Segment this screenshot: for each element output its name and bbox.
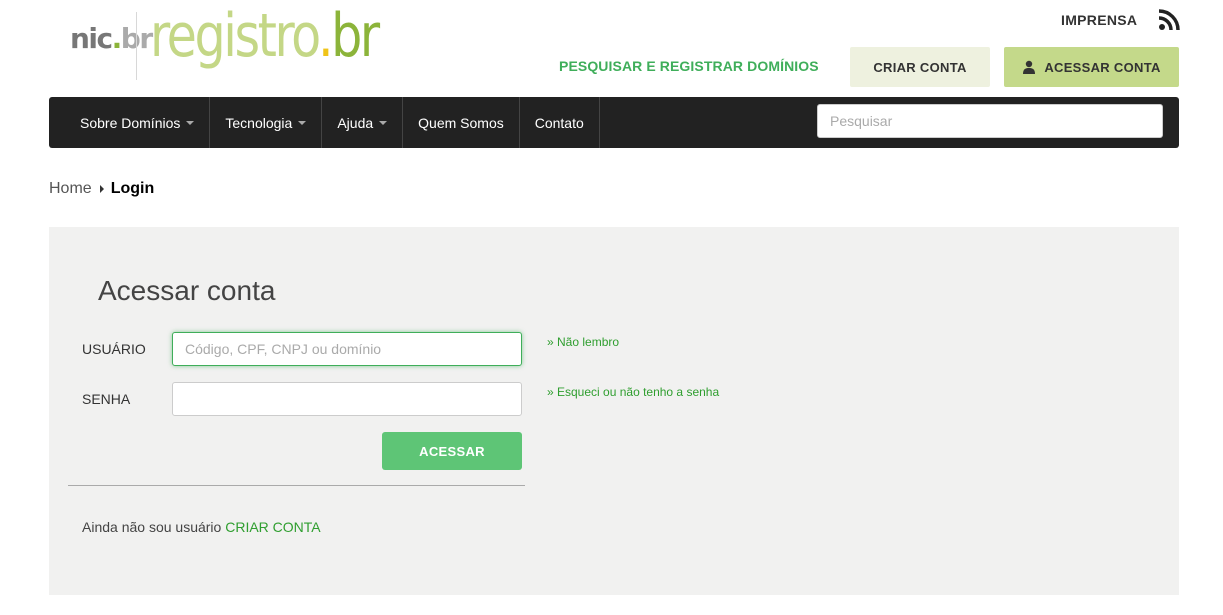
signup-link[interactable]: CRIAR CONTA bbox=[225, 519, 320, 535]
signup-prompt: Ainda não sou usuário CRIAR CONTA bbox=[82, 519, 321, 535]
create-account-button[interactable]: CRIAR CONTA bbox=[850, 47, 990, 87]
forgot-password-link[interactable]: » Esqueci ou não tenho a senha bbox=[547, 385, 719, 399]
registro-br-logo[interactable]: registro.br bbox=[150, 6, 380, 66]
rss-icon[interactable] bbox=[1158, 9, 1180, 31]
caret-down-icon bbox=[298, 120, 307, 125]
nic-br-logo[interactable]: nic.br bbox=[70, 22, 153, 55]
caret-down-icon bbox=[379, 120, 388, 125]
create-account-label: CRIAR CONTA bbox=[873, 59, 967, 75]
nic-logo-text: nic bbox=[70, 22, 113, 55]
breadcrumb-arrow-icon bbox=[99, 185, 104, 193]
nav-search-input[interactable] bbox=[817, 104, 1163, 138]
submit-button-label: ACESSAR bbox=[419, 443, 485, 459]
divider bbox=[68, 485, 525, 486]
caret-down-icon bbox=[186, 120, 195, 125]
main-navbar: Sobre Domínios Tecnologia Ajuda Quem Som… bbox=[49, 97, 1179, 148]
breadcrumb: Home Login bbox=[49, 180, 154, 198]
page-title: Acessar conta bbox=[98, 275, 276, 306]
logo-divider bbox=[136, 12, 137, 80]
registro-logo-text: registro bbox=[150, 1, 320, 71]
nav-item-label: Ajuda bbox=[337, 114, 374, 131]
nic-logo-dot: . bbox=[111, 22, 123, 55]
password-label: SENHA bbox=[82, 391, 131, 407]
breadcrumb-home[interactable]: Home bbox=[49, 180, 92, 198]
signup-text: Ainda não sou usuário bbox=[82, 519, 222, 535]
login-panel: Acessar conta USUÁRIO » Não lembro SENHA… bbox=[49, 227, 1179, 595]
access-account-label: ACESSAR CONTA bbox=[1044, 59, 1161, 75]
nav-item-label: Quem Somos bbox=[418, 114, 504, 131]
user-icon bbox=[1023, 60, 1036, 74]
breadcrumb-current: Login bbox=[110, 180, 155, 197]
nav-item-tecnologia[interactable]: Tecnologia bbox=[210, 97, 323, 148]
access-account-button[interactable]: ACESSAR CONTA bbox=[1004, 47, 1179, 87]
registro-logo-dot: . bbox=[317, 1, 334, 71]
nav-item-quem-somos[interactable]: Quem Somos bbox=[403, 97, 520, 148]
password-input[interactable] bbox=[172, 382, 522, 416]
registro-logo-br: br bbox=[331, 1, 380, 71]
imprensa-link[interactable]: IMPRENSA bbox=[1061, 12, 1137, 28]
forgot-user-link[interactable]: » Não lembro bbox=[547, 335, 619, 349]
nav-item-label: Sobre Domínios bbox=[80, 114, 181, 131]
nav-item-label: Tecnologia bbox=[225, 114, 293, 131]
user-label: USUÁRIO bbox=[82, 341, 146, 357]
nav-item-contato[interactable]: Contato bbox=[520, 97, 600, 148]
nav-item-sobre-dominios[interactable]: Sobre Domínios bbox=[49, 97, 211, 148]
nav-item-label: Contato bbox=[534, 114, 584, 131]
user-input[interactable] bbox=[172, 332, 522, 366]
nav-item-ajuda[interactable]: Ajuda bbox=[322, 97, 404, 148]
submit-button[interactable]: ACESSAR bbox=[382, 432, 522, 470]
search-register-domains-link[interactable]: PESQUISAR E REGISTRAR DOMÍNIOS bbox=[559, 58, 819, 74]
